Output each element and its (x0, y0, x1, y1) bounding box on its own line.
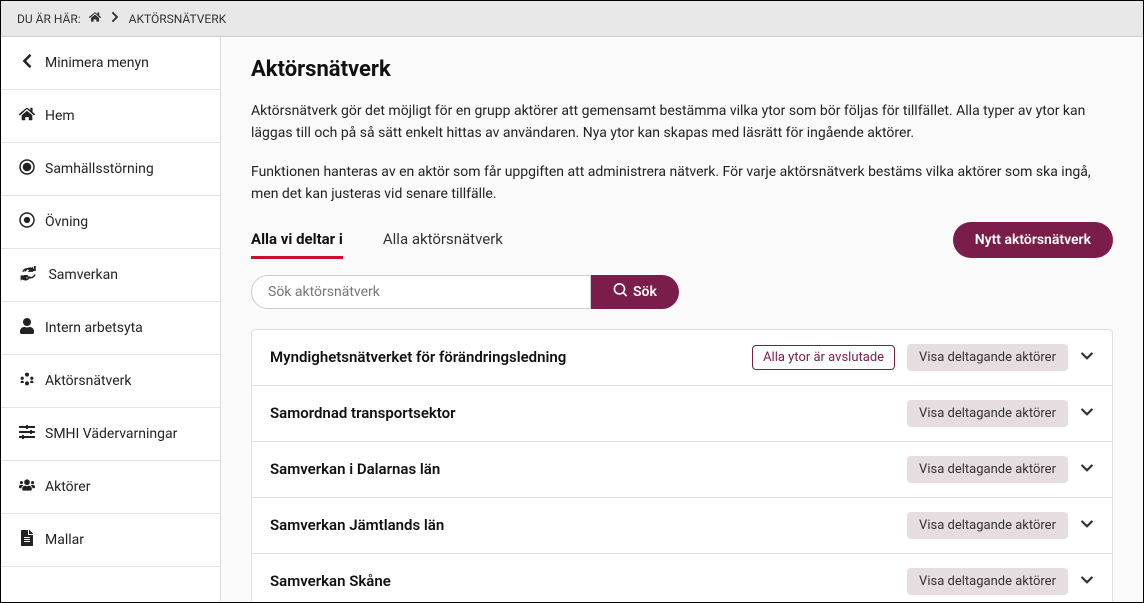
sidebar-item-label: Övning (45, 214, 88, 230)
closed-badge: Alla ytor är avslutade (752, 345, 895, 370)
page-description-2: Funktionen hanteras av en aktör som får … (251, 161, 1113, 206)
breadcrumb: DU ÄR HÄR: AKTÖRSNÄTVERK (1, 1, 1143, 37)
view-actors-button[interactable]: Visa deltagande aktörer (907, 512, 1068, 539)
tab-all-networks[interactable]: Alla aktörsnätverk (383, 222, 503, 259)
sidebar-item-mallar[interactable]: Mallar (1, 514, 220, 567)
chevron-right-icon (109, 11, 121, 26)
sidebar-item-label: Samverkan (48, 267, 118, 283)
network-item[interactable]: Samverkan i Dalarnas län Visa deltagande… (252, 442, 1112, 498)
sidebar-item-label: Samhällsstörning (45, 161, 154, 177)
users-icon (19, 477, 35, 497)
sidebar-item-intern[interactable]: Intern arbetsyta (1, 302, 220, 355)
network-icon (19, 371, 35, 391)
sidebar-item-label: Aktörsnätverk (45, 373, 132, 389)
view-actors-button[interactable]: Visa deltagande aktörer (907, 456, 1068, 483)
breadcrumb-prefix: DU ÄR HÄR: (17, 12, 81, 26)
network-name: Samverkan i Dalarnas län (270, 460, 895, 478)
chevron-down-icon[interactable] (1080, 348, 1094, 367)
sidebar-item-label: Mallar (45, 532, 84, 548)
network-item[interactable]: Myndighetsnätverket för förändringsledni… (252, 330, 1112, 386)
breadcrumb-current[interactable]: AKTÖRSNÄTVERK (129, 12, 227, 26)
tabs: Alla vi deltar i Alla aktörsnätverk (251, 222, 503, 259)
sidebar-item-samhallsstorning[interactable]: Samhällsstörning (1, 143, 220, 196)
minimize-menu-button[interactable]: Minimera menyn (1, 37, 220, 90)
sidebar-item-label: Minimera menyn (45, 55, 149, 71)
chevron-down-icon[interactable] (1080, 404, 1094, 423)
view-actors-button[interactable]: Visa deltagande aktörer (907, 568, 1068, 595)
network-name: Myndighetsnätverket för förändringsledni… (270, 348, 740, 366)
home-icon (19, 106, 35, 126)
view-actors-button[interactable]: Visa deltagande aktörer (907, 400, 1068, 427)
sidebar: Minimera menyn Hem Samhällsstörning Övni… (1, 37, 221, 602)
sidebar-item-aktorer[interactable]: Aktörer (1, 461, 220, 514)
page-description-1: Aktörsnätverk gör det möjligt för en gru… (251, 100, 1113, 145)
network-item[interactable]: Samverkan Jämtlands län Visa deltagande … (252, 498, 1112, 554)
network-name: Samverkan Skåne (270, 572, 895, 590)
search-icon (613, 283, 627, 301)
tab-all-participating[interactable]: Alla vi deltar i (251, 222, 343, 259)
home-icon[interactable] (89, 11, 101, 26)
network-name: Samverkan Jämtlands län (270, 516, 895, 534)
sidebar-item-aktorsnatverk[interactable]: Aktörsnätverk (1, 355, 220, 408)
sidebar-item-hem[interactable]: Hem (1, 90, 220, 143)
sidebar-item-label: Intern arbetsyta (45, 320, 143, 336)
network-name: Samordnad transportsektor (270, 404, 895, 422)
network-item[interactable]: Samverkan Skåne Visa deltagande aktörer (252, 554, 1112, 602)
search-button-label: Sök (633, 284, 657, 300)
main-content: Aktörsnätverk Aktörsnätverk gör det möjl… (221, 37, 1143, 602)
sidebar-item-label: SMHI Vädervarningar (45, 426, 177, 442)
page-title: Aktörsnätverk (251, 57, 1113, 82)
sidebar-item-label: Hem (45, 108, 75, 124)
record-icon (19, 212, 35, 232)
target-icon (19, 159, 35, 179)
sync-icon (19, 265, 38, 285)
chevron-down-icon[interactable] (1080, 572, 1094, 591)
sidebar-item-label: Aktörer (45, 479, 90, 495)
search-input[interactable] (251, 275, 591, 309)
view-actors-button[interactable]: Visa deltagande aktörer (907, 344, 1068, 371)
chevron-down-icon[interactable] (1080, 460, 1094, 479)
chevron-down-icon[interactable] (1080, 516, 1094, 535)
network-item[interactable]: Samordnad transportsektor Visa deltagand… (252, 386, 1112, 442)
file-icon (19, 530, 35, 550)
chevron-left-icon (19, 53, 35, 73)
new-network-button[interactable]: Nytt aktörsnätverk (953, 222, 1113, 258)
sidebar-item-smhi[interactable]: SMHI Vädervarningar (1, 408, 220, 461)
user-icon (19, 318, 35, 338)
sidebar-item-samverkan[interactable]: Samverkan (1, 249, 220, 302)
search-button[interactable]: Sök (591, 275, 679, 309)
sidebar-item-ovning[interactable]: Övning (1, 196, 220, 249)
network-list: Myndighetsnätverket för förändringsledni… (251, 329, 1113, 602)
sliders-icon (19, 424, 35, 444)
